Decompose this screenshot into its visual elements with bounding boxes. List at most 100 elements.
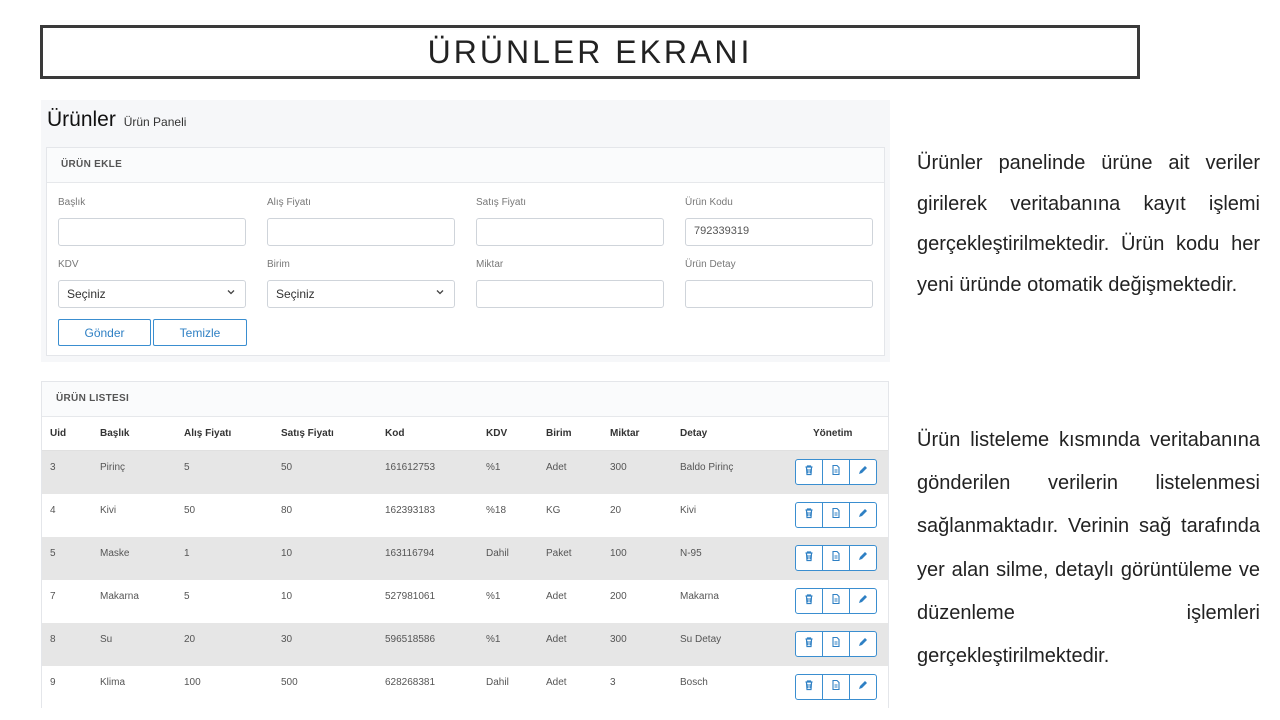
detail-button[interactable] <box>822 545 850 571</box>
edit-button[interactable] <box>849 588 877 614</box>
field-label: Birim <box>267 259 290 270</box>
edit-button[interactable] <box>849 674 877 700</box>
cell-baslik: Pirinç <box>100 462 126 473</box>
cell-kdv: %1 <box>486 462 501 473</box>
clear-button[interactable]: Temizle <box>153 319 247 346</box>
edit-button[interactable] <box>849 459 877 485</box>
cell-alis: 5 <box>184 591 190 602</box>
cell-baslik: Maske <box>100 548 130 559</box>
edit-button[interactable] <box>849 502 877 528</box>
delete-button[interactable] <box>795 459 823 485</box>
kdv-select[interactable]: Seçiniz <box>58 280 246 308</box>
table-header: Uid Başlık Alış Fiyatı Satış Fiyatı Kod … <box>42 417 888 451</box>
field-detay: Ürün Detay <box>685 259 873 308</box>
cell-detay: Kivi <box>680 505 697 516</box>
urun-kodu-input[interactable]: 792339319 <box>685 218 873 246</box>
baslik-input[interactable] <box>58 218 246 246</box>
cell-uid: 9 <box>50 677 56 688</box>
trash-icon <box>803 549 815 567</box>
delete-button[interactable] <box>795 588 823 614</box>
cell-detay: Su Detay <box>680 634 722 645</box>
cell-satis: 500 <box>281 677 298 688</box>
urun-detay-input[interactable] <box>685 280 873 308</box>
cell-birim: Adet <box>546 591 567 602</box>
trash-icon <box>803 635 815 653</box>
cell-miktar: 20 <box>610 505 622 516</box>
pencil-icon <box>857 506 869 524</box>
table-row: 7 Makarna 5 10 527981061 %1 Adet 200 Makarna <box>42 580 888 623</box>
field-label: Başlık <box>58 197 86 208</box>
row-actions <box>795 588 877 614</box>
column-header: Alış Fiyatı <box>184 428 232 439</box>
cell-kdv: %1 <box>486 634 501 645</box>
select-value: Seçiniz <box>67 287 106 301</box>
birim-select[interactable]: Seçiniz <box>267 280 455 308</box>
cell-baslik: Klima <box>100 677 126 688</box>
detail-button[interactable] <box>822 631 850 657</box>
miktar-input[interactable] <box>476 280 664 308</box>
detail-button[interactable] <box>822 674 850 700</box>
pencil-icon <box>857 635 869 653</box>
alis-fiyati-input[interactable] <box>267 218 455 246</box>
cell-miktar: 3 <box>610 677 616 688</box>
row-actions <box>795 674 877 700</box>
panel-heading: Ürünler Ürün Paneli <box>47 108 186 132</box>
description-paragraph-1: Ürünler panelinde ürüne ait veriler giri… <box>917 152 1260 297</box>
field-label: Ürün Kodu <box>685 197 733 208</box>
delete-button[interactable] <box>795 545 823 571</box>
table-row: 9 Klima 100 500 628268381 Dahil Adet 3 Bosch <box>42 666 888 709</box>
cell-detay: Bosch <box>680 677 708 688</box>
document-icon <box>830 463 842 481</box>
cell-satis: 50 <box>281 462 293 473</box>
field-label: Miktar <box>476 259 504 270</box>
cell-baslik: Makarna <box>100 591 139 602</box>
detail-button[interactable] <box>822 459 850 485</box>
field-miktar: Miktar <box>476 259 664 308</box>
cell-uid: 3 <box>50 462 56 473</box>
cell-miktar: 200 <box>610 591 627 602</box>
detail-button[interactable] <box>822 588 850 614</box>
detail-button[interactable] <box>822 502 850 528</box>
cell-kdv: %1 <box>486 591 501 602</box>
cell-alis: 50 <box>184 505 196 516</box>
delete-button[interactable] <box>795 674 823 700</box>
cell-miktar: 300 <box>610 462 627 473</box>
cell-birim: Adet <box>546 462 567 473</box>
document-icon <box>830 506 842 524</box>
edit-button[interactable] <box>849 631 877 657</box>
cell-alis: 20 <box>184 634 196 645</box>
cell-birim: Adet <box>546 677 567 688</box>
field-alis: Alış Fiyatı <box>267 197 455 246</box>
cell-baslik: Kivi <box>100 505 117 516</box>
send-button[interactable]: Gönder <box>58 319 151 346</box>
column-header: Başlık <box>100 428 130 439</box>
row-actions <box>795 631 877 657</box>
panel-subtitle: Ürün Paneli <box>123 115 187 129</box>
column-header: Uid <box>50 428 67 439</box>
row-actions <box>795 459 877 485</box>
panel-title: Ürünler <box>47 108 116 131</box>
description-paragraph-2: Ürün listeleme kısmında veritabanına gön… <box>917 429 1260 668</box>
field-label: Alış Fiyatı <box>267 197 311 208</box>
cell-uid: 8 <box>50 634 56 645</box>
product-list: ÜRÜN LISTESI Uid Başlık Alış Fiyatı Satı… <box>41 381 889 709</box>
column-header: Birim <box>546 428 572 439</box>
pencil-icon <box>857 549 869 567</box>
delete-button[interactable] <box>795 502 823 528</box>
add-product-form: ÜRÜN EKLE Başlık Alış Fiyatı Satış Fiyat… <box>46 147 885 356</box>
table-row: 3 Pirinç 5 50 161612753 %1 Adet 300 Baldo Pirinç <box>42 451 888 494</box>
delete-button[interactable] <box>795 631 823 657</box>
satis-fiyati-input[interactable] <box>476 218 664 246</box>
cell-kdv: Dahil <box>486 548 509 559</box>
row-actions <box>795 545 877 571</box>
pencil-icon <box>857 678 869 696</box>
trash-icon <box>803 678 815 696</box>
table-row: 5 Maske 1 10 163116794 Dahil Paket 100 N-95 <box>42 537 888 580</box>
field-label: Satış Fiyatı <box>476 197 527 208</box>
column-header: Kod <box>385 428 405 439</box>
field-kod: Ürün Kodu 792339319 <box>685 197 873 246</box>
cell-detay: Makarna <box>680 591 719 602</box>
list-header: ÜRÜN LISTESI <box>42 382 888 417</box>
column-header: KDV <box>486 428 508 439</box>
edit-button[interactable] <box>849 545 877 571</box>
